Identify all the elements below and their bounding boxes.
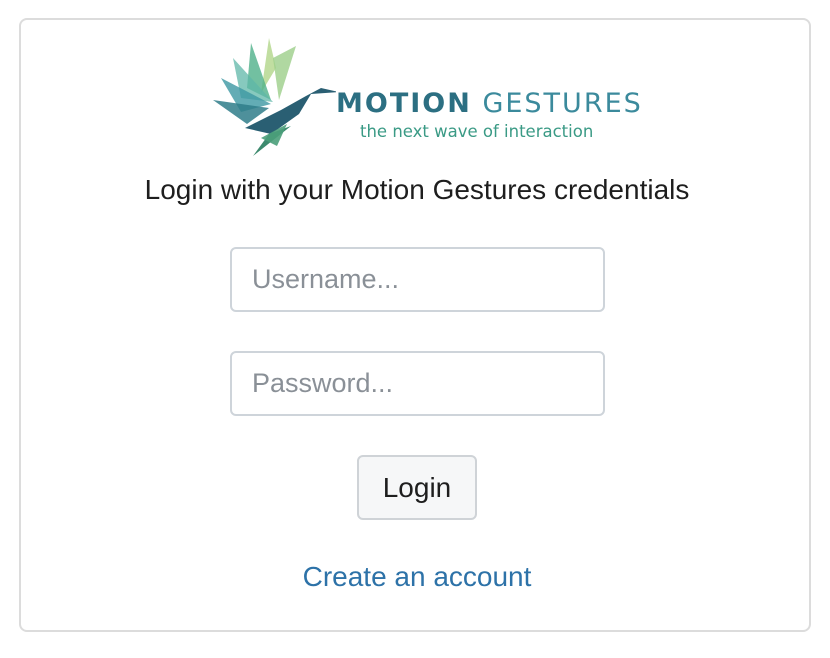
brand-name: MOTION GESTURES	[336, 90, 643, 117]
brand-word-gestures: GESTURES	[482, 88, 643, 119]
motion-gestures-logo: MOTION GESTURES the next wave of interac…	[211, 38, 641, 158]
brand-word-motion: MOTION	[336, 88, 472, 119]
password-input[interactable]	[230, 351, 605, 416]
login-card: MOTION GESTURES the next wave of interac…	[19, 18, 811, 632]
login-button[interactable]: Login	[357, 455, 477, 520]
page-title: Login with your Motion Gestures credenti…	[144, 174, 690, 205]
hummingbird-icon	[213, 38, 336, 156]
brand-tagline: the next wave of interaction	[360, 122, 594, 141]
create-account-link[interactable]: Create an account	[21, 560, 813, 594]
username-input[interactable]	[230, 247, 605, 312]
